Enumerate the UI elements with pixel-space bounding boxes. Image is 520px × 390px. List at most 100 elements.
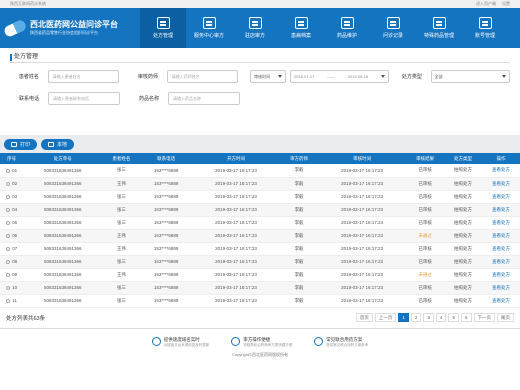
column-header: 序号 — [0, 153, 24, 164]
view-prescription-link[interactable]: 查看处方 — [492, 167, 510, 172]
table-row[interactable]: 09 508331638491366 王伟 153****6889 2019-03-17… — [0, 268, 520, 282]
table-cell: 2019-03-17 16:17:23 — [192, 203, 281, 217]
table-cell[interactable]: 查看处方 — [482, 177, 520, 191]
table-cell[interactable]: 查看处方 — [482, 268, 520, 282]
cell-text: 王伟 — [116, 232, 126, 238]
row-radio[interactable] — [6, 285, 11, 290]
view-prescription-link[interactable]: 查看处方 — [492, 233, 510, 238]
table-cell: 拍照处方 — [444, 242, 482, 256]
table-row[interactable]: 11 508331638491366 张三 153****6889 2019-03-17… — [0, 294, 520, 308]
view-prescription-link[interactable]: 查看处方 — [492, 298, 510, 303]
table-row[interactable]: 02 508331638491366 王伟 153****6889 2019-03-17… — [0, 177, 520, 191]
cell-text: 王伟 — [116, 271, 126, 277]
chevron-down-icon — [502, 74, 506, 78]
row-radio[interactable] — [6, 220, 11, 225]
table-cell[interactable]: 查看处方 — [482, 203, 520, 217]
view-prescription-link[interactable]: 查看处方 — [492, 181, 510, 186]
table-cell: 2019-03-17 16:17:23 — [192, 190, 281, 204]
table-cell: 已审核 — [406, 281, 445, 295]
nav-item-file[interactable]: 患病档案 — [278, 8, 324, 48]
time-type-select[interactable]: 审核时间 — [250, 69, 286, 83]
view-prescription-link[interactable]: 查看处方 — [492, 194, 510, 199]
nav-item-user[interactable]: 账号管理 — [462, 8, 508, 48]
page-button[interactable]: 1 — [398, 313, 409, 322]
page-button[interactable]: 尾页 — [497, 313, 514, 322]
table-row[interactable]: 01 508331638491366 张三 153****6889 2019-03-17… — [0, 164, 520, 178]
page-button[interactable]: 首页 — [355, 313, 373, 322]
row-radio[interactable] — [6, 298, 11, 303]
table-cell[interactable]: 查看处方 — [482, 216, 520, 230]
nav-item-special[interactable]: 特殊药品管理 — [416, 8, 462, 48]
local-button[interactable]: 本地 — [41, 138, 75, 150]
row-radio[interactable] — [6, 207, 11, 212]
login-link[interactable]: 进入用户端 — [476, 1, 496, 7]
table-row[interactable]: 10 508331638491366 张三 153****6889 2019-03-17… — [0, 281, 520, 295]
phone-input[interactable]: 请输入患者联系电话 — [48, 91, 120, 105]
view-prescription-link[interactable]: 查看处方 — [492, 285, 510, 290]
cell-text: 153****6889 — [153, 233, 179, 238]
row-radio[interactable] — [6, 233, 11, 238]
page-button[interactable]: 4 — [435, 313, 447, 322]
nav-item-chat[interactable]: 问诊记录 — [370, 8, 416, 48]
page-button[interactable]: 上一页 — [374, 313, 397, 322]
table-cell[interactable]: 查看处方 — [482, 281, 520, 295]
table-row[interactable]: 08 508331638491366 张三 153****6889 2019-03-17… — [0, 255, 520, 269]
page-button[interactable]: 3 — [423, 313, 434, 322]
row-radio[interactable] — [6, 181, 11, 186]
cell-text: 2019-03-17 16:17:23 — [341, 246, 383, 251]
page-button[interactable]: 5 — [448, 313, 459, 322]
table-cell: 2019-03-17 16:17:23 — [318, 268, 407, 282]
view-prescription-link[interactable]: 查看处方 — [492, 246, 510, 251]
nav-item-drug[interactable]: 药品维护 — [324, 8, 370, 48]
row-radio[interactable] — [6, 259, 11, 264]
view-prescription-link[interactable]: 查看处方 — [492, 272, 510, 277]
view-prescription-link[interactable]: 查看处方 — [492, 207, 510, 212]
cell-text: 2019-03-17 16:17:23 — [215, 272, 257, 277]
nav-item-prescription[interactable]: 处方管理 — [140, 8, 186, 48]
date-range-input[interactable]: 2018-07-17 —— 2019-06-16 — [289, 69, 389, 83]
table-cell: 拍照处方 — [444, 190, 482, 204]
nav-item-store[interactable]: 驻店审方 — [232, 8, 278, 48]
table-cell: 508331638491366 — [23, 268, 103, 282]
row-radio[interactable] — [6, 194, 11, 199]
rx-type-select[interactable]: 全部 — [430, 69, 510, 83]
cell-text: 153****6889 — [153, 259, 179, 264]
pharmacist-input[interactable]: 请输入药师姓名 — [166, 69, 239, 83]
row-radio[interactable] — [6, 246, 11, 251]
cell-text: 2019-03-17 16:17:23 — [215, 233, 257, 238]
page-button[interactable]: 6 — [460, 313, 472, 322]
table-cell[interactable]: 查看处方 — [482, 255, 520, 269]
print-button[interactable]: 打印 — [4, 138, 38, 150]
table-row[interactable]: 05 508331638491366 张三 153****6889 2019-03-17… — [0, 216, 520, 230]
user-icon — [478, 17, 492, 29]
table-row[interactable]: 03 508331638491366 张三 153****6889 2019-03-17… — [0, 190, 520, 204]
nav-item-audit[interactable]: 服务中心审方 — [186, 8, 232, 48]
table-row[interactable]: 07 508331638491366 王伟 153****6889 2019-03-17… — [0, 242, 520, 256]
table-row[interactable]: 06 508331638491366 王伟 153****6889 2019-03-17… — [0, 229, 520, 243]
drug-input[interactable]: 请输入药品名称 — [168, 91, 240, 105]
page-button[interactable]: 2 — [410, 313, 422, 322]
table-cell[interactable]: 查看处方 — [482, 294, 520, 308]
cell-text: 2019-03-17 16:17:23 — [341, 194, 383, 199]
page-button[interactable]: 下一页 — [473, 313, 495, 322]
table-cell[interactable]: 查看处方 — [482, 190, 520, 204]
table-cell: 508331638491366 — [23, 190, 103, 204]
nav-item-label: 驻店审方 — [244, 33, 265, 39]
patient-input[interactable]: 请输入患者姓名 — [47, 69, 120, 83]
logo[interactable]: 西北医药网公益问诊平台 陕西省药品零售行业协会组织问诊平台 — [0, 18, 140, 38]
table-cell[interactable]: 查看处方 — [482, 229, 520, 243]
feature-desc: 对接各平台来源信息及时更新 — [163, 342, 210, 347]
settings-link[interactable]: 设置 — [502, 1, 510, 7]
view-prescription-link[interactable]: 查看处方 — [492, 259, 510, 264]
table-row[interactable]: 04 508331638491366 张三 153****6889 2019-03-17… — [0, 203, 520, 217]
table-cell[interactable]: 查看处方 — [482, 164, 520, 178]
table-cell[interactable]: 查看处方 — [482, 242, 520, 256]
table-cell: 李毅 — [280, 281, 319, 295]
rx-type-label: 处方类型 — [401, 73, 422, 80]
table-cell: 2019-03-17 16:17:23 — [192, 216, 281, 230]
feature-item: 审方操作便捷 流程简化后药师审方更快捷方便 — [231, 336, 292, 350]
table-cell: 153****6889 — [140, 268, 192, 282]
row-radio[interactable] — [6, 168, 11, 173]
row-radio[interactable] — [6, 272, 11, 277]
view-prescription-link[interactable]: 查看处方 — [492, 220, 510, 225]
